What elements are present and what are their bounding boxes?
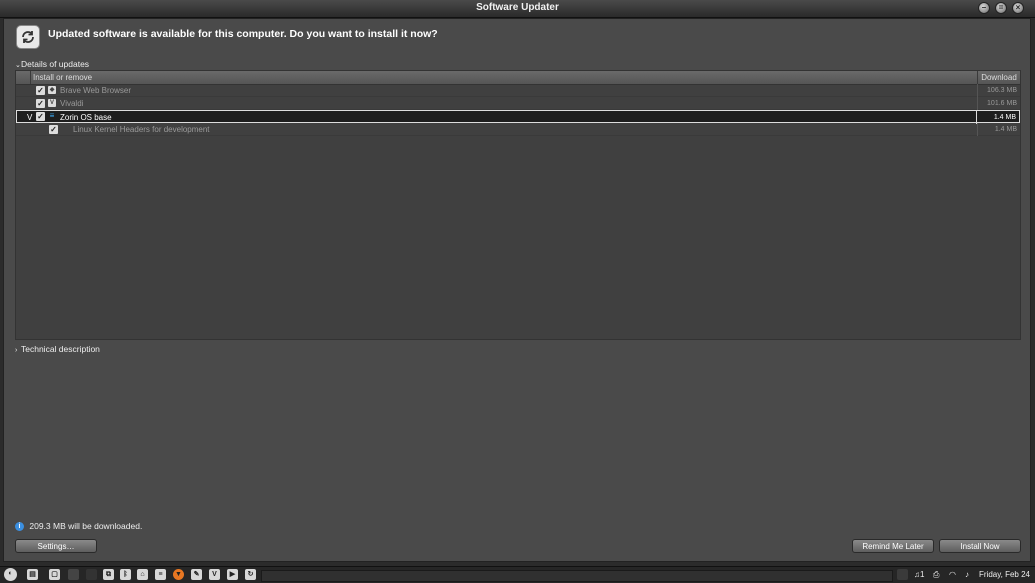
checkbox-checked-icon[interactable]: ✓	[36, 99, 45, 108]
download-summary-text: 209.3 MB will be downloaded.	[29, 521, 143, 531]
update-name: Vivaldi	[60, 99, 84, 108]
tree-header: Install or remove Download	[16, 71, 1020, 85]
update-size: 106.3 MB	[987, 87, 1017, 94]
brave-icon: ◆	[48, 86, 56, 94]
brave-icon[interactable]: ▼	[173, 569, 184, 580]
maximize-icon[interactable]: =	[995, 2, 1007, 14]
terminal-icon[interactable]	[68, 569, 79, 580]
checkbox-checked-icon[interactable]: ✓	[49, 125, 58, 134]
workspace-icon[interactable]	[897, 569, 908, 580]
update-size: 101.6 MB	[987, 100, 1017, 107]
update-size: 1.4 MB	[994, 126, 1017, 133]
update-prompt-heading: Updated software is available for this c…	[48, 28, 438, 40]
settings-button[interactable]: Settings…	[15, 539, 97, 553]
text-editor-icon[interactable]: ✎	[191, 569, 202, 580]
taskbar: ◐ ▤ ▢ ⧉ ᛒ ⌂ ≡ ▼ ✎ V ▶ ↻ ♫1 ⎙ ◠ ♪ Friday,…	[0, 566, 1035, 583]
window-list[interactable]	[261, 570, 893, 582]
bluetooth-icon[interactable]: ᛒ	[120, 569, 131, 580]
store-icon[interactable]: ⌂	[137, 569, 148, 580]
technical-expander[interactable]: › Technical description	[15, 344, 100, 354]
software-updater-icon[interactable]: ↻	[245, 569, 256, 580]
install-now-button[interactable]: Install Now	[939, 539, 1021, 553]
volume-icon[interactable]: ♪	[965, 570, 969, 579]
app-icon[interactable]	[86, 569, 97, 580]
update-row-zorin[interactable]: V ✓ ≡ Zorin OS base 1.4 MB	[16, 110, 1020, 124]
zorin-menu-icon[interactable]: ◐	[4, 568, 17, 581]
update-name: Brave Web Browser	[60, 86, 131, 95]
window-title: Software Updater	[476, 2, 559, 13]
update-name: Linux Kernel Headers for development	[73, 125, 210, 134]
window-icon[interactable]: ▢	[49, 569, 60, 580]
update-row-kernel-headers[interactable]: ✓ Linux Kernel Headers for development 1…	[16, 123, 1020, 136]
updates-tree[interactable]: Install or remove Download ✓ ◆ Brave Web…	[15, 70, 1021, 340]
checkbox-checked-icon[interactable]: ✓	[36, 112, 45, 121]
updater-window: Updated software is available for this c…	[3, 18, 1031, 562]
wifi-icon[interactable]: ◠	[949, 570, 956, 579]
vivaldi-icon: V	[48, 99, 56, 107]
close-icon[interactable]: ×	[1012, 2, 1024, 14]
notes-icon[interactable]: ≡	[155, 569, 166, 580]
details-expander[interactable]: ⌄Details of updates	[15, 59, 89, 69]
update-icon	[16, 25, 40, 49]
vivaldi-icon[interactable]: V	[209, 569, 220, 580]
checkbox-checked-icon[interactable]: ✓	[36, 86, 45, 95]
technical-label: Technical description	[21, 344, 100, 354]
update-row-brave[interactable]: ✓ ◆ Brave Web Browser 106.3 MB	[16, 84, 1020, 97]
download-summary: i 209.3 MB will be downloaded.	[15, 521, 143, 532]
minimize-icon[interactable]: –	[978, 2, 990, 14]
files-icon[interactable]: ▤	[27, 569, 38, 580]
notifications-indicator[interactable]: ♫1	[914, 570, 924, 579]
column-install-header[interactable]: Install or remove	[30, 71, 981, 84]
update-row-vivaldi[interactable]: ✓ V Vivaldi 101.6 MB	[16, 97, 1020, 110]
title-bar: Software Updater – = ×	[0, 0, 1035, 18]
printer-icon[interactable]: ⎙	[933, 570, 939, 580]
media-player-icon[interactable]: ▶	[227, 569, 238, 580]
notifications-count: 1	[920, 570, 925, 579]
remind-later-button[interactable]: Remind Me Later	[852, 539, 934, 553]
details-label: Details of updates	[21, 59, 90, 69]
app-grid-icon[interactable]: ⧉	[103, 569, 114, 580]
zorin-icon: ≡	[49, 111, 55, 120]
clock[interactable]: Friday, Feb 24	[979, 570, 1030, 579]
info-icon: i	[15, 522, 24, 532]
column-download-header[interactable]: Download	[977, 71, 1020, 84]
